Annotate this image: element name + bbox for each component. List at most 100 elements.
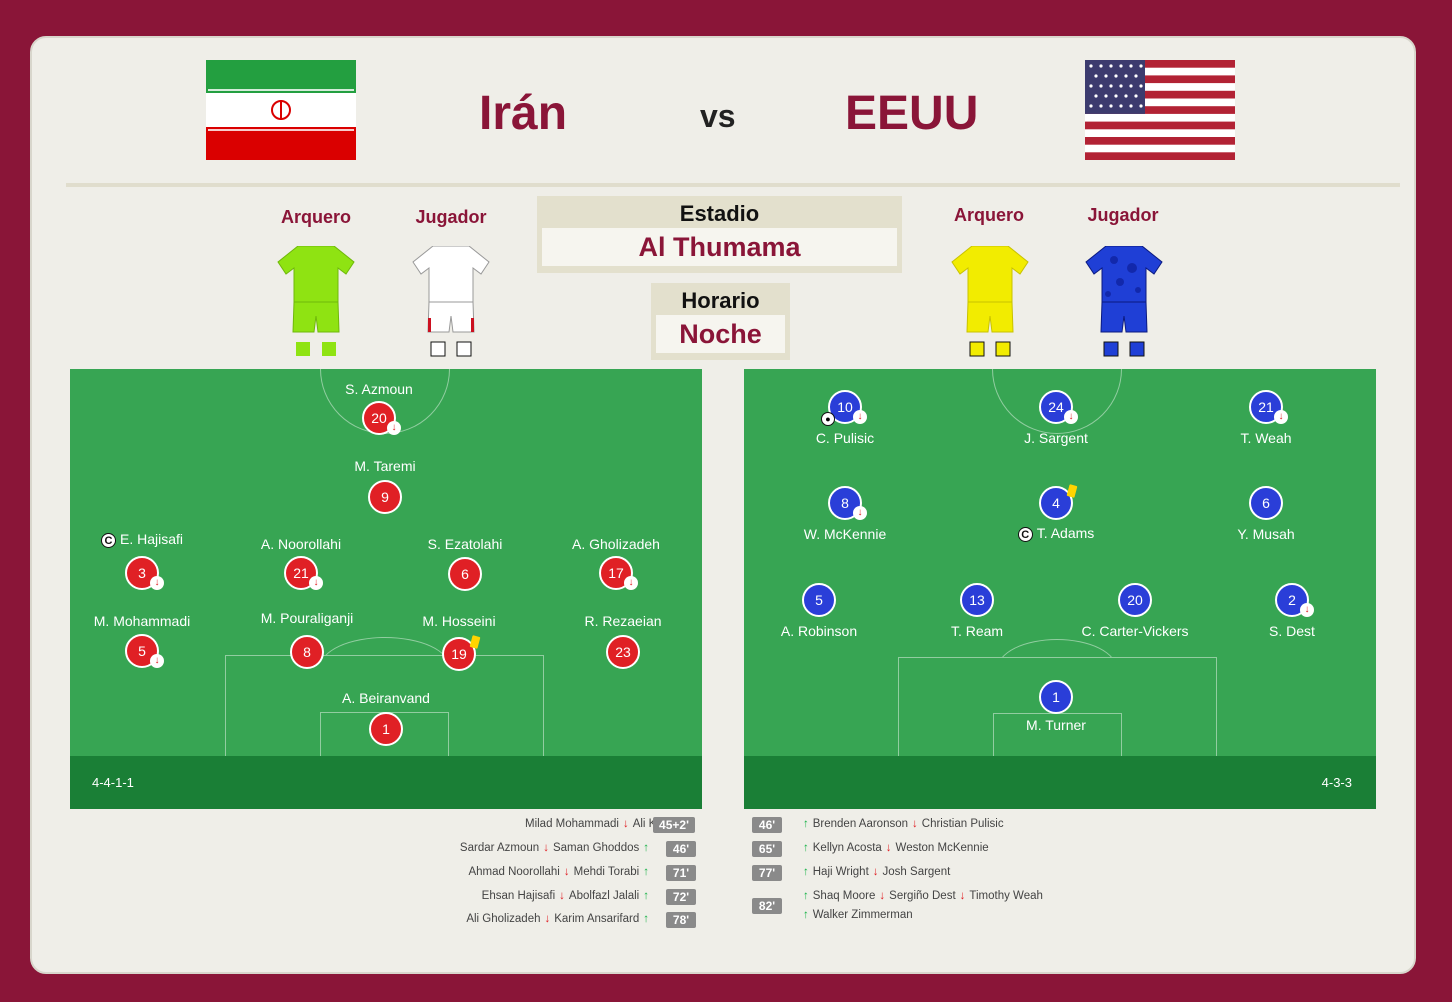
player-name: C E. Hajisafi — [70, 531, 222, 548]
stadium-title: Estadio — [679, 201, 760, 226]
sub-in-icon: ↑ — [643, 890, 649, 902]
sub-off-icon: ↓ — [387, 421, 401, 435]
sub-off-icon: ↓ — [853, 506, 867, 520]
away-sub-minute: 82' — [752, 898, 782, 914]
player-name: A. Robinson — [780, 623, 858, 639]
sub-out-icon: ↓ — [559, 890, 565, 902]
away-pitch: 4-3-3 10 ↓ ● C. Pulisic 24 ↓ J. Sargent … — [744, 369, 1376, 809]
player-badge: 6 — [448, 557, 482, 591]
away-sub-row: ↑ Brenden Aaronson ↓ Christian Pulisic — [799, 818, 1004, 830]
sub-out-name: Ahmad Noorollahi — [468, 866, 560, 878]
sub-off-icon: ↓ — [150, 654, 164, 668]
player-badge: 6 — [1249, 486, 1283, 520]
player-badge: 20 — [1118, 583, 1152, 617]
player-name-text: E. Hajisafi — [119, 531, 184, 547]
player-name: W. McKennie — [803, 526, 887, 542]
away-sub-minute: 46' — [752, 817, 782, 833]
header-divider — [66, 183, 1400, 187]
player-name: C T. Adams — [976, 525, 1136, 542]
home-pitch: 4-4-1-1 S. Azmoun 20 ↓ M. Taremi 9 C E. H… — [70, 369, 702, 809]
time-value: Noche — [656, 315, 785, 353]
home-player-kit-icon — [411, 245, 491, 357]
stadium-box: Estadio Al Thumama — [537, 196, 902, 273]
sub-out-name: Timothy Weah — [969, 890, 1043, 902]
sub-in-name: Kellyn Acosta — [812, 842, 882, 854]
player-name: M. Turner — [1026, 717, 1086, 733]
sub-off-icon: ↓ — [1300, 603, 1314, 617]
sub-out-name: Christian Pulisic — [921, 818, 1004, 830]
player-name: A. Beiranvand — [342, 690, 430, 706]
away-player-kit-label: Jugador — [1087, 205, 1159, 225]
sub-off-icon: ↓ — [309, 576, 323, 590]
home-sub-row: Sardar Azmoun ↓ Saman Ghoddos ↑ — [460, 842, 653, 854]
player-name: M. Hosseini — [422, 613, 496, 629]
player-name: M. Mohammadi — [93, 613, 191, 629]
home-sub-row: Ehsan Hajisafi ↓ Abolfazl Jalali ↑ — [482, 890, 653, 902]
sub-in-name: Abolfazl Jalali — [568, 890, 640, 902]
away-sub-row: ↑ Walker Zimmerman — [799, 909, 913, 921]
goal-ball-icon: ● — [821, 412, 835, 426]
player-name: J. Sargent — [1024, 430, 1088, 446]
sub-out-name: Milad Mohammadi — [524, 818, 619, 830]
player-name-text: T. Adams — [1036, 525, 1095, 541]
sub-in-icon: ↑ — [803, 842, 809, 854]
sub-in-icon: ↑ — [803, 890, 809, 902]
player-name: T. Weah — [1240, 430, 1292, 446]
player-name: S. Ezatolahi — [427, 536, 503, 552]
player-name: C. Pulisic — [815, 430, 875, 446]
player-name: S. Dest — [1269, 623, 1315, 639]
captain-icon: C — [100, 532, 116, 548]
away-gk-kit-label: Arquero — [953, 205, 1024, 225]
sub-in-icon: ↑ — [643, 913, 649, 925]
home-gk-kit-icon — [276, 245, 356, 356]
sub-in-icon: ↑ — [643, 866, 649, 878]
formation-bar — [744, 756, 1376, 809]
iran-flag — [206, 60, 356, 160]
away-team-name: EEUU — [845, 87, 979, 140]
stadium-name: Al Thumama — [542, 228, 897, 266]
sub-out-name: Ehsan Hajisafi — [481, 890, 556, 902]
sub-out-icon: ↓ — [885, 842, 892, 854]
sub-out-name: Ali Gholizadeh — [466, 913, 541, 925]
sub-out-icon: ↓ — [544, 913, 551, 925]
player-name: Y. Musah — [1237, 526, 1295, 542]
home-sub-minute: 71' — [666, 865, 696, 881]
sub-off-icon: ↓ — [853, 410, 867, 424]
player-name: M. Taremi — [354, 458, 416, 474]
away-sub-minute: 65' — [752, 841, 782, 857]
sub-out-icon: ↓ — [879, 890, 886, 902]
player-name: S. Azmoun — [345, 381, 413, 397]
sub-in-icon: ↑ — [803, 818, 809, 830]
player-badge: 1 — [1039, 680, 1073, 714]
away-formation: 4-3-3 — [1321, 775, 1352, 790]
sub-off-icon: ↓ — [150, 576, 164, 590]
away-gk-kit-icon — [950, 245, 1030, 357]
player-name: T. Ream — [950, 623, 1004, 639]
home-sub-minute: 78' — [666, 912, 696, 928]
player-name: R. Rezaeian — [584, 613, 662, 629]
time-title: Horario — [681, 288, 760, 313]
sub-out-name: Sergiño Dest — [889, 890, 956, 902]
sub-out-icon: ↓ — [872, 866, 879, 878]
player-badge: 1 — [369, 712, 403, 746]
sub-out-name: Josh Sargent — [882, 866, 951, 878]
sub-off-icon: ↓ — [1274, 410, 1288, 424]
home-team-name: Irán — [479, 87, 568, 140]
sub-in-name: Haji Wright — [812, 866, 869, 878]
sub-out-name: Weston McKennie — [895, 842, 989, 854]
yellow-card-icon — [1066, 484, 1078, 498]
sub-off-icon: ↓ — [1064, 410, 1078, 424]
away-sub-row: ↑ Haji Wright ↓ Josh Sargent — [799, 866, 950, 878]
player-badge: 5 — [802, 583, 836, 617]
player-badge: 9 — [368, 480, 402, 514]
formation-bar — [70, 756, 702, 809]
sub-out-icon: ↓ — [543, 842, 549, 854]
captain-icon: C — [1017, 526, 1033, 542]
player-name: M. Pouraliganji — [260, 610, 354, 626]
sub-off-icon: ↓ — [624, 576, 638, 590]
sub-out-icon: ↓ — [622, 818, 629, 830]
usa-flag — [1085, 60, 1235, 160]
sub-out-name: Sardar Azmoun — [459, 842, 540, 854]
sub-in-name: Karim Ansarifard — [554, 913, 640, 925]
sub-in-name: Shaq Moore — [812, 890, 876, 902]
